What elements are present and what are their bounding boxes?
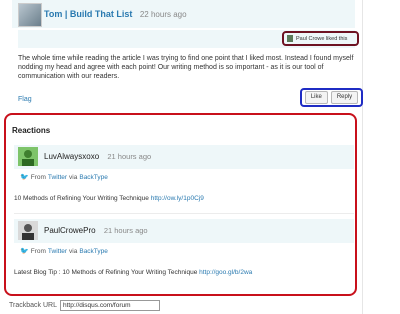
- trackback-label: Trackback URL: [9, 302, 57, 309]
- twitter-icon: 🐦: [20, 248, 29, 255]
- author-link[interactable]: Tom | Build That List: [44, 9, 132, 19]
- source-from: From: [30, 247, 46, 255]
- source-from: From: [30, 173, 46, 181]
- reply-button[interactable]: Reply: [330, 91, 359, 104]
- reaction-header: PaulCrowePro 21 hours ago: [14, 219, 354, 243]
- liked-by-badge[interactable]: Paul Crowe liked this: [282, 31, 359, 46]
- source-via: via: [69, 173, 78, 181]
- reaction-message: Latest Blog Tip : 10 Methods of Refining…: [14, 269, 198, 276]
- reaction-source: 🐦 From Twitter via BackType: [20, 173, 108, 182]
- page-divider: [362, 0, 363, 314]
- avatar[interactable]: [18, 221, 38, 240]
- backtype-link[interactable]: BackType: [79, 174, 108, 181]
- reaction-author: LuvAlwaysxoxo 21 hours ago: [44, 152, 151, 161]
- avatar[interactable]: [18, 3, 42, 27]
- like-button[interactable]: Like: [304, 91, 328, 104]
- twitter-icon: 🐦: [20, 174, 29, 181]
- reaction-header: LuvAlwaysxoxo 21 hours ago: [14, 145, 354, 169]
- liked-by-text: Paul Crowe liked this: [296, 35, 348, 42]
- reactions-title: Reactions: [12, 126, 51, 135]
- reaction-text: Latest Blog Tip : 10 Methods of Refining…: [14, 269, 252, 276]
- comment: Tom | Build That List 22 hours ago Paul …: [6, 0, 363, 108]
- avatar[interactable]: [18, 147, 38, 166]
- divider: [14, 213, 354, 214]
- twitter-link[interactable]: Twitter: [48, 248, 67, 255]
- reactions-panel: Reactions LuvAlwaysxoxo 21 hours ago 🐦 F…: [4, 113, 357, 296]
- comment-author: Tom | Build That List 22 hours ago: [44, 9, 187, 19]
- reaction-url-link[interactable]: http://ow.ly/1p0Cj9: [151, 195, 204, 202]
- reaction-source: 🐦 From Twitter via BackType: [20, 247, 108, 256]
- comment-age: 22 hours ago: [139, 10, 187, 19]
- flag-link[interactable]: Flag: [18, 96, 32, 103]
- reaction-author-link[interactable]: PaulCrowePro: [44, 226, 96, 235]
- comment-body: The whole time while reading the article…: [18, 55, 354, 80]
- liked-avatar: [287, 35, 293, 42]
- reaction-author-link[interactable]: LuvAlwaysxoxo: [44, 152, 99, 161]
- reaction-text: 10 Methods of Refining Your Writing Tech…: [14, 195, 204, 202]
- backtype-link[interactable]: BackType: [79, 248, 108, 255]
- source-via: via: [69, 247, 78, 255]
- twitter-link[interactable]: Twitter: [48, 174, 67, 181]
- trackback: Trackback URL: [9, 300, 160, 311]
- reaction-age: 21 hours ago: [103, 226, 148, 235]
- comment-actions: Like Reply: [300, 88, 363, 107]
- trackback-url-field[interactable]: [59, 300, 160, 311]
- reaction-message: 10 Methods of Refining Your Writing Tech…: [14, 195, 149, 202]
- reaction-age: 21 hours ago: [107, 152, 152, 161]
- reaction-url-link[interactable]: http://goo.gl/b/2wa: [199, 269, 252, 276]
- reaction-author: PaulCrowePro 21 hours ago: [44, 226, 148, 235]
